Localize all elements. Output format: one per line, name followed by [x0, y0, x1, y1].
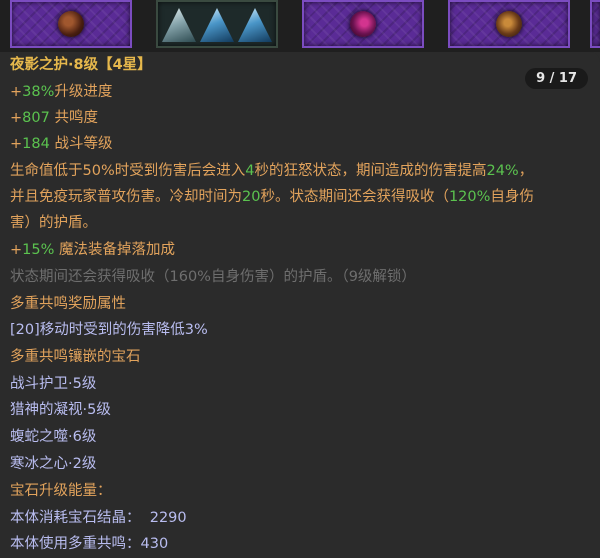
desc-number: 20	[242, 189, 261, 205]
stat-value: 15%	[22, 242, 55, 258]
stat-value: 807	[22, 110, 50, 126]
crystal-shard-icon	[200, 8, 234, 42]
upgrade-crystal-cost: 本体消耗宝石结晶： 2290	[10, 510, 187, 526]
resonance-reward: [20]移动时受到的伤害降低3%	[10, 322, 208, 338]
stat-resonance: +807 共鸣度	[10, 108, 98, 128]
desc-text: 并且免疫玩家普攻伤害。冷却时间为	[10, 189, 242, 205]
stat-label: 升级进度	[54, 84, 113, 100]
skill-desc-line-3: 害）的护盾。	[10, 215, 97, 231]
stat-value: 38%	[22, 84, 55, 100]
gem-slot-5-partial[interactable]	[590, 0, 600, 48]
gem-slot-2[interactable]	[156, 0, 278, 48]
gem-slot-bar	[0, 0, 600, 52]
page-indicator: 9 / 17	[525, 68, 588, 89]
inlaid-gem-2: 猎神的凝视·5级	[10, 402, 111, 418]
item-title: 夜影之护·8级【4星】	[10, 57, 152, 73]
stat-plus: +	[10, 242, 23, 258]
crystal-shard-icon	[238, 8, 272, 42]
stat-label: 战斗等级	[49, 136, 113, 152]
amber-orb-gem-icon	[496, 11, 522, 37]
stat-upgrade-progress: +38%升级进度	[10, 82, 112, 102]
stat-plus: +	[10, 84, 23, 100]
upgrade-energy-header: 宝石升级能量：	[10, 483, 112, 499]
gem-slot-1[interactable]	[10, 0, 132, 48]
inlaid-gem-4: 寒冰之心·2级	[10, 456, 97, 472]
gem-slot-3[interactable]	[302, 0, 424, 48]
stat-label: 共鸣度	[49, 110, 98, 126]
locked-effect: 状态期间还会获得吸收（160%自身伤害）的护盾。（9级解锁）	[10, 269, 416, 285]
stat-label: 魔法装备掉落加成	[54, 242, 175, 258]
inlaid-gem-1: 战斗护卫·5级	[10, 376, 97, 392]
skill-desc-line-2: 并且免疫玩家普攻伤害。冷却时间为20秒。状态期间还会获得吸收（120%自身伤	[10, 187, 534, 207]
desc-text: 自身伤	[490, 189, 534, 205]
desc-text: 秒的狂怒状态，期间造成的伤害提高	[254, 163, 487, 179]
stat-plus: +	[10, 110, 23, 126]
upgrade-resonance-cost: 本体使用多重共鸣：430	[10, 536, 169, 552]
desc-number: 120%	[448, 189, 491, 205]
desc-text: 秒。状态期间还会获得吸收（	[260, 189, 449, 205]
stat-value: 184	[22, 136, 50, 152]
desc-text: ，	[518, 163, 534, 179]
stat-magic-drop: +15% 魔法装备掉落加成	[10, 240, 175, 260]
gem-slot-4[interactable]	[448, 0, 570, 48]
inlaid-gem-3: 蝮蛇之噬·6级	[10, 429, 97, 445]
desc-text: 生命值低于50%时受到伤害后会进入	[10, 163, 246, 179]
stat-combat-level: +184 战斗等级	[10, 134, 112, 154]
skill-desc-line-1: 生命值低于50%时受到伤害后会进入4秒的狂怒状态，期间造成的伤害提高24%，	[10, 161, 533, 181]
crimson-orb-gem-icon	[350, 11, 376, 37]
dark-orb-gem-icon	[58, 11, 84, 37]
resonance-reward-header: 多重共鸣奖励属性	[10, 296, 126, 312]
inlaid-gems-header: 多重共鸣镶嵌的宝石	[10, 349, 141, 365]
crystal-shard-icon	[162, 8, 196, 42]
stat-plus: +	[10, 136, 23, 152]
desc-number: 24%	[486, 163, 519, 179]
